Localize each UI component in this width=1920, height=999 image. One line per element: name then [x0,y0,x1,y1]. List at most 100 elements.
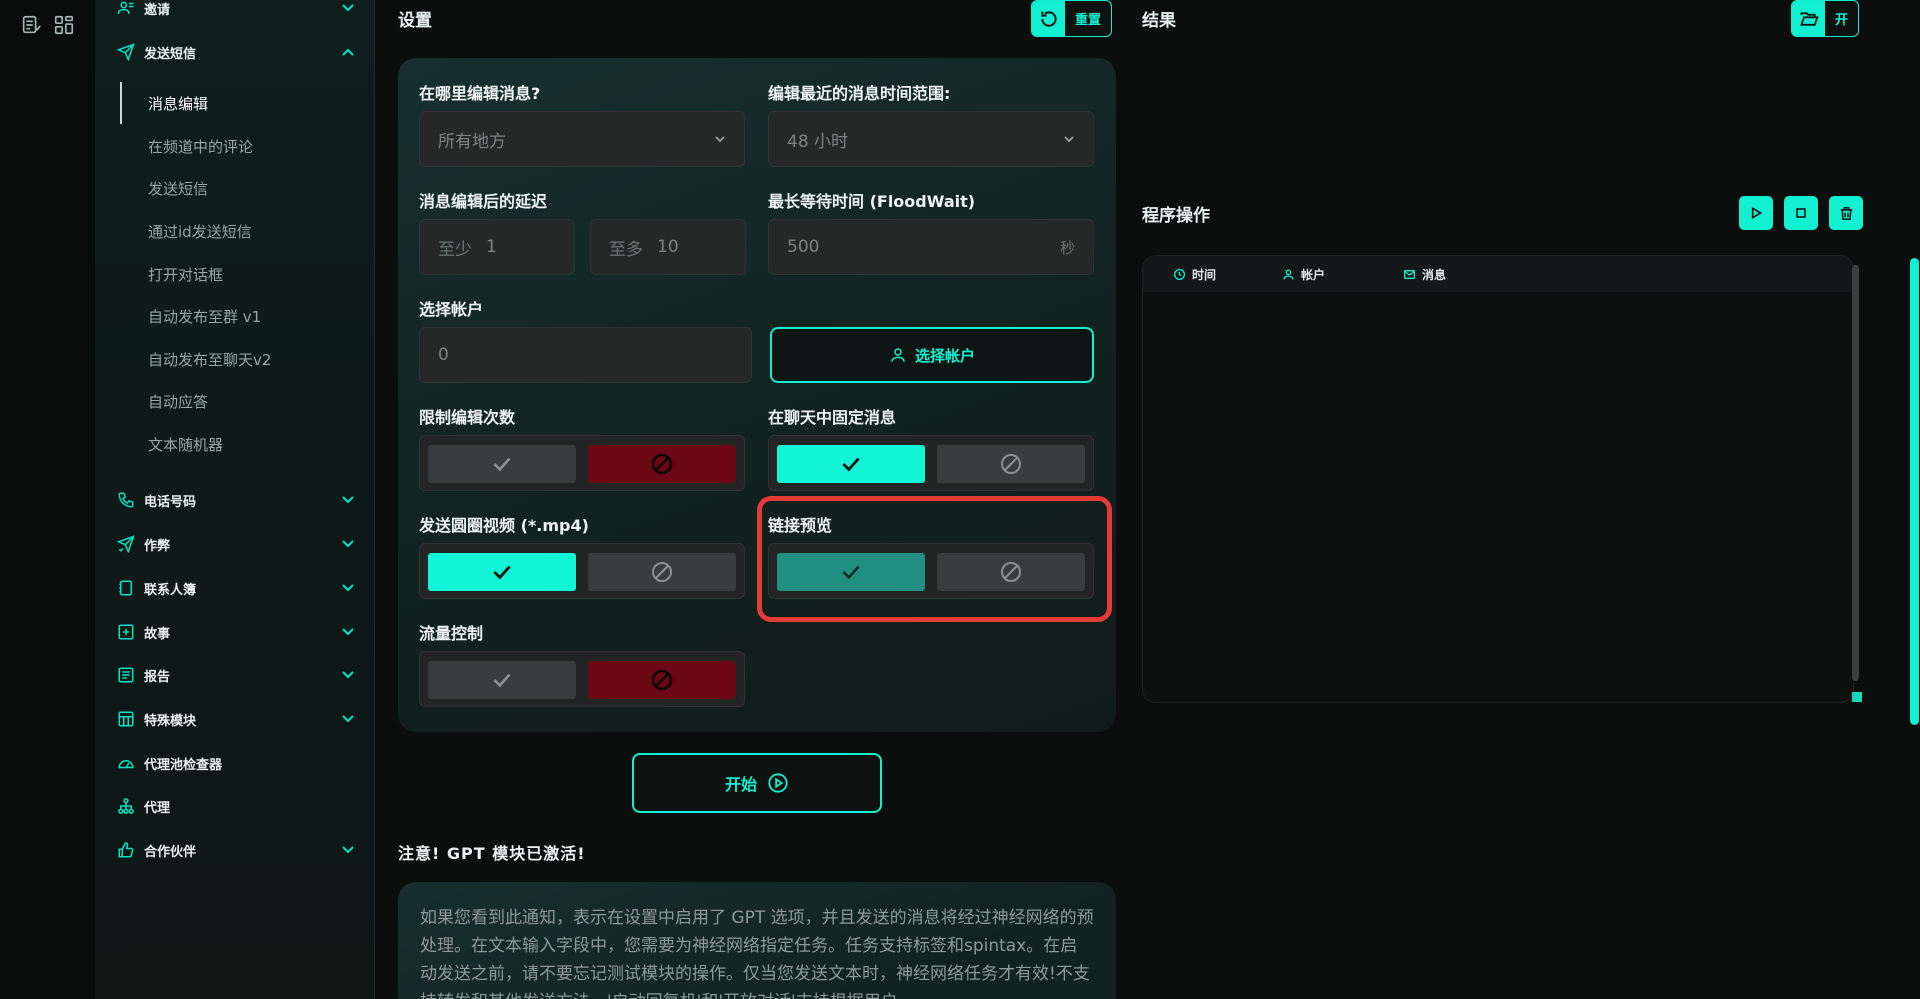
ban-icon [650,560,674,584]
log-scrollbar[interactable] [1852,265,1859,681]
thumbs-up-icon [117,841,135,859]
sidebar-item-label: 发送短信 [144,46,197,62]
accounts-input[interactable]: 0 [419,327,752,383]
settings-title: 设置 [398,11,432,31]
ban-icon [650,668,674,692]
circle-video-label: 发送圆圈视频 (*.mp4) [419,516,589,535]
circle-video-off-option[interactable] [588,553,736,591]
sidebar-item-stories[interactable]: 故事 [117,618,355,646]
flow-control-toggle [419,651,745,707]
sidebar-subitem-send-by-id[interactable]: 通过id发送短信 [135,216,355,246]
send-icon [117,43,135,61]
flow-control-off-option[interactable] [588,661,736,699]
sidebar-item-contacts[interactable]: 联系人簿 [117,574,355,602]
play-circle-icon [767,772,789,794]
mail-icon [1403,268,1416,281]
app-rail [0,0,95,999]
send-check-icon [117,535,135,553]
log-column-message[interactable]: 消息 [1403,256,1446,292]
folder-open-icon [1792,1,1825,36]
page-scrollbar-thumb[interactable] [1910,258,1919,725]
gauge-icon [117,754,135,772]
results-title: 结果 [1142,11,1176,31]
delay-max-input[interactable]: 至多 10 [590,219,746,275]
gpt-notice-card: 如果您看到此通知，表示在设置中启用了 GPT 选项，并且发送的消息将经过神经网络… [398,882,1116,999]
floodwait-input[interactable]: 500 秒 [768,219,1094,275]
sidebar-subitem-send-sms[interactable]: 发送短信 [135,173,355,203]
sidebar-subitem-auto-reply[interactable]: 自动应答 [135,386,355,416]
limit-edits-toggle [419,435,745,491]
check-icon [489,559,515,585]
sidebar: 邀请 发送短信 消息编辑 在频道中的评论 发送短信 通过id发送短信 打开对话框… [95,0,375,999]
log-column-time[interactable]: 时间 [1173,256,1216,292]
sidebar-item-invite[interactable]: 邀请 [117,0,355,22]
choose-accounts-button[interactable]: 选择帐户 [770,327,1094,383]
document-list-icon[interactable] [20,14,42,36]
limit-edits-label: 限制编辑次数 [419,408,516,427]
layout-icon[interactable] [53,14,75,36]
start-button[interactable]: 开始 [632,753,882,813]
gpt-notice-title: 注意! GPT 模块已激活! [398,844,586,863]
sidebar-item-send-sms[interactable]: 发送短信 [117,38,355,66]
trash-icon [1838,205,1855,222]
user-group-icon [117,0,135,17]
sidebar-subitem-message-edit[interactable]: 消息编辑 [135,88,355,118]
chevron-down-icon [341,581,355,595]
open-folder-button[interactable]: 开 [1791,0,1860,37]
sidebar-subitem-channel-comments[interactable]: 在频道中的评论 [135,131,355,161]
sidebar-item-reports[interactable]: 报告 [117,661,355,689]
chevron-down-icon [341,668,355,682]
sidebar-item-proxy[interactable]: 代理 [117,792,355,820]
limit-edits-on-option[interactable] [428,445,576,483]
delay-min-input[interactable]: 至少 1 [419,219,575,275]
log-column-account[interactable]: 帐户 [1282,256,1325,292]
play-icon [1748,205,1764,221]
sidebar-item-special-modules[interactable]: 特殊模块 [117,705,355,733]
pin-off-option[interactable] [937,445,1085,483]
chevron-down-icon [714,133,726,145]
floodwait-label: 最长等待时间 (FloodWait) [768,192,976,211]
stop-button[interactable] [1784,196,1818,230]
edit-where-select[interactable]: 所有地方 [419,111,745,167]
sidebar-subitem-open-dialog[interactable]: 打开对话框 [135,259,355,289]
clear-log-button[interactable] [1829,196,1863,230]
chevron-down-icon [341,537,355,551]
pin-on-option[interactable] [777,445,925,483]
refresh-icon [1032,1,1065,36]
chevron-down-icon [341,625,355,639]
highlight-box [757,496,1112,622]
sidebar-subitem-text-randomizer[interactable]: 文本随机器 [135,429,355,459]
circle-video-on-option[interactable] [428,553,576,591]
sidebar-item-cheat[interactable]: 作弊 [117,530,355,558]
delay-label: 消息编辑后的延迟 [419,192,548,211]
log-header: 时间 帐户 消息 [1143,256,1853,292]
ban-icon [650,452,674,476]
flow-control-on-option[interactable] [428,661,576,699]
play-button[interactable] [1739,196,1773,230]
check-icon [489,667,515,693]
report-icon [117,666,135,684]
user-icon [1282,268,1295,281]
time-range-select[interactable]: 48 小时 [768,111,1094,167]
sidebar-item-phone[interactable]: 电话号码 [117,486,355,514]
check-icon [489,451,515,477]
sidebar-item-label: 邀请 [144,2,171,18]
chevron-down-icon [341,843,355,857]
log-table: 时间 帐户 消息 [1142,255,1854,703]
resize-handle[interactable] [1852,692,1862,702]
sidebar-subitem-autopost-v1[interactable]: 自动发布至群 v1 [135,301,355,331]
check-icon [838,451,864,477]
phone-icon [117,491,135,509]
pin-toggle [768,435,1094,491]
sidebar-subitem-autopost-v2[interactable]: 自动发布至聊天v2 [135,344,355,374]
table-icon [117,710,135,728]
stop-icon [1793,205,1809,221]
flow-control-label: 流量控制 [419,624,484,643]
chevron-down-icon [341,493,355,507]
pin-label: 在聊天中固定消息 [768,408,897,427]
limit-edits-off-option[interactable] [588,445,736,483]
sidebar-item-partners[interactable]: 合作伙伴 [117,836,355,864]
sidebar-item-proxy-checker[interactable]: 代理池检查器 [117,749,355,777]
reset-button[interactable]: 重置 [1031,0,1113,37]
plus-square-icon [117,623,135,641]
